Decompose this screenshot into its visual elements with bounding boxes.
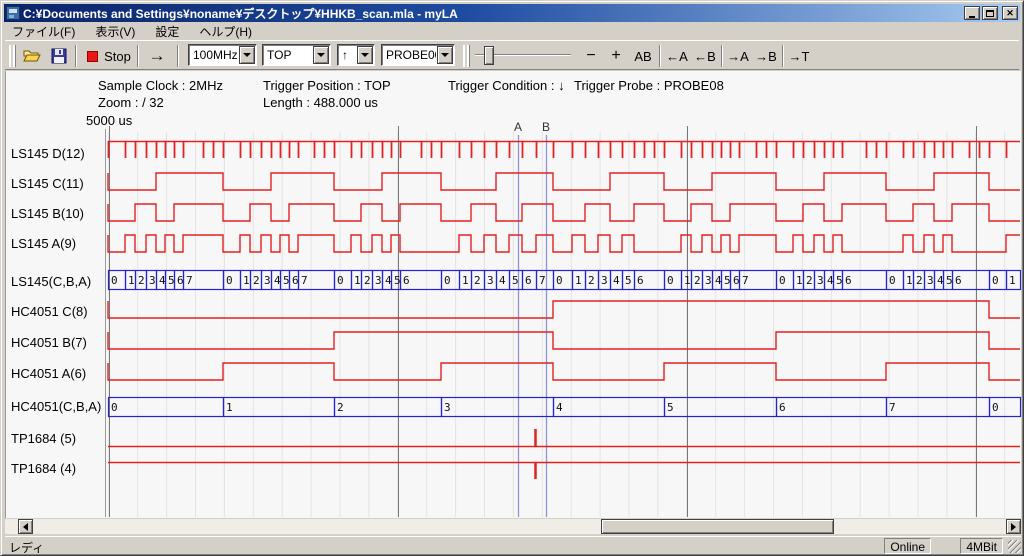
bus-value: 7	[539, 274, 546, 287]
bit-trace	[108, 363, 1020, 380]
bus-value: 1	[226, 401, 233, 414]
bus-value: 1	[243, 274, 250, 287]
bus-value: 1	[1009, 274, 1016, 287]
bus-cell	[665, 398, 777, 417]
bus-value: 4	[499, 274, 506, 287]
bus-value: 3	[375, 274, 382, 287]
bus-value: 5	[394, 274, 401, 287]
bus-cell	[224, 398, 335, 417]
waveform-canvas[interactable]: AB01234567012345670123456012345670123456…	[1, 1, 1024, 556]
bus-value: 6	[733, 274, 740, 287]
scrollbar-thumb[interactable]	[601, 519, 834, 534]
bus-value: 1	[906, 274, 913, 287]
bus-value: 1	[796, 274, 803, 287]
bus-value: 2	[588, 274, 595, 287]
status-ready-text: レディ	[9, 539, 44, 556]
bus-value: 7	[742, 274, 749, 287]
bus-value: 3	[487, 274, 494, 287]
bus-value: 5	[512, 274, 519, 287]
bit-trace	[108, 301, 1020, 318]
bus-value: 5	[283, 274, 290, 287]
bus-value: 5	[724, 274, 731, 287]
horizontal-scrollbar[interactable]	[5, 519, 1021, 534]
bus-value: 6	[525, 274, 532, 287]
bus-value: 0	[111, 274, 118, 287]
bus-value: 3	[817, 274, 824, 287]
cursor-a-label: A	[514, 120, 522, 134]
bus-cell	[554, 398, 665, 417]
bit-trace	[108, 235, 1020, 252]
bus-value: 6	[845, 274, 852, 287]
bus-value: 5	[168, 274, 175, 287]
bus-value: 5	[625, 274, 632, 287]
bus-value: 6	[292, 274, 299, 287]
bus-value: 3	[149, 274, 156, 287]
online-status-badge: Online	[884, 538, 931, 554]
bus-value: 0	[992, 401, 999, 414]
bit-trace	[108, 173, 1020, 190]
bus-cell	[887, 398, 990, 417]
bus-value: 7	[186, 274, 193, 287]
bus-value: 3	[601, 274, 608, 287]
bus-cell	[442, 398, 554, 417]
bus-value: 2	[253, 274, 260, 287]
bus-value: 5	[946, 274, 953, 287]
bus-value: 0	[667, 274, 674, 287]
bus-value: 1	[684, 274, 691, 287]
bus-value: 0	[992, 274, 999, 287]
bus-value: 6	[637, 274, 644, 287]
bus-value: 0	[337, 274, 344, 287]
arrow-right-icon	[1011, 523, 1016, 531]
bus-value: 0	[779, 274, 786, 287]
app-window: C:¥Documents and Settings¥noname¥デスクトップ¥…	[0, 0, 1024, 556]
bus-value: 4	[613, 274, 620, 287]
bus-value: 2	[364, 274, 371, 287]
bus-cell	[109, 398, 224, 417]
scroll-right-button[interactable]	[1006, 519, 1021, 534]
bus-value: 6	[403, 274, 410, 287]
cursor-b-label: B	[542, 120, 550, 134]
resize-grip[interactable]	[1008, 540, 1021, 553]
bus-value: 5	[667, 401, 674, 414]
arrow-left-icon	[23, 523, 28, 531]
bus-value: 3	[264, 274, 271, 287]
bus-value: 7	[889, 401, 896, 414]
bus-value: 0	[444, 274, 451, 287]
bus-value: 3	[705, 274, 712, 287]
bus-cell	[335, 398, 442, 417]
bus-value: 6	[955, 274, 962, 287]
bus-value: 2	[806, 274, 813, 287]
bus-value: 7	[301, 274, 308, 287]
bus-value: 6	[779, 401, 786, 414]
bus-value: 1	[575, 274, 582, 287]
bus-value: 2	[138, 274, 145, 287]
bus-value: 2	[916, 274, 923, 287]
bit-trace	[108, 332, 1020, 349]
bus-value: 0	[111, 401, 118, 414]
bus-value: 3	[927, 274, 934, 287]
status-bar: レディ Online 4MBit	[5, 536, 1021, 554]
memory-size-badge: 4MBit	[960, 538, 1003, 554]
bus-value: 2	[694, 274, 701, 287]
bus-value: 0	[556, 274, 563, 287]
bus-value: 2	[337, 401, 344, 414]
bus-value: 4	[556, 401, 563, 414]
bus-value: 3	[444, 401, 451, 414]
bus-value: 1	[128, 274, 135, 287]
bus-value: 0	[226, 274, 233, 287]
bus-value: 1	[462, 274, 469, 287]
bus-value: 2	[474, 274, 481, 287]
bus-value: 0	[889, 274, 896, 287]
bus-value: 6	[177, 274, 184, 287]
bus-value: 1	[354, 274, 361, 287]
bit-trace	[108, 204, 1020, 221]
scroll-left-button[interactable]	[18, 519, 33, 534]
bus-value: 5	[836, 274, 843, 287]
